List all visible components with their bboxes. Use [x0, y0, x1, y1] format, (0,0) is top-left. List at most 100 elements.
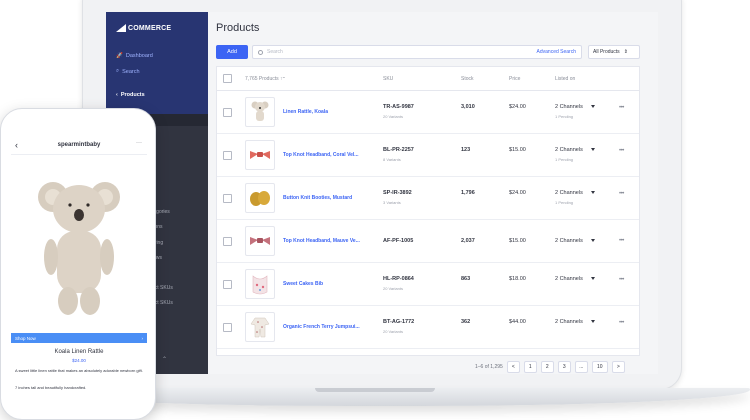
caret-down-icon: [590, 239, 595, 243]
more-options-icon[interactable]: •••: [619, 320, 624, 326]
table-row[interactable]: Top Knot Headband, Mauve Ve... AF-PF-100…: [217, 220, 639, 263]
product-price: $24.00: [72, 358, 86, 363]
row-checkbox[interactable]: [223, 280, 232, 289]
product-name-link[interactable]: Button Knit Booties, Mustard: [283, 195, 352, 201]
more-options-icon[interactable]: ···: [136, 140, 142, 146]
advanced-search-link[interactable]: Advanced Search: [537, 49, 576, 55]
caret-down-icon: [590, 148, 595, 152]
logo[interactable]: COMMERCE: [116, 24, 171, 32]
channels-dropdown[interactable]: 2 Channels: [555, 319, 595, 325]
more-options-icon[interactable]: •••: [619, 191, 624, 197]
variants-count: 20 Variants: [383, 114, 403, 119]
product-name-link[interactable]: Sweet Cakes Bib: [283, 281, 323, 287]
channels-dropdown[interactable]: 2 Channels: [555, 104, 595, 110]
page-3-button[interactable]: 3: [557, 361, 571, 373]
shop-now-button[interactable]: Shop Now ›: [11, 333, 147, 343]
caret-down-icon: [590, 105, 595, 109]
sidebar-item-dashboard[interactable]: 🚀 Dashboard: [116, 53, 153, 59]
chevron-right-icon: ›: [141, 335, 144, 341]
caret-down-icon: [590, 277, 595, 281]
row-checkbox[interactable]: [223, 237, 232, 246]
product-name-link[interactable]: Organic French Terry Jumpsui...: [283, 324, 360, 330]
page-10-button[interactable]: 10: [591, 361, 608, 373]
page-2-button[interactable]: 2: [540, 361, 554, 373]
page-1-button[interactable]: 1: [523, 361, 537, 373]
row-checkbox[interactable]: [223, 108, 232, 117]
listed-on-header[interactable]: Listed on: [555, 76, 575, 82]
stock-value: 123: [461, 147, 471, 153]
phone-header: ‹ spearmintbaby ···: [11, 137, 147, 155]
table-header: 7,765 Products ↑⁼ SKU Stock Price Listed…: [217, 67, 639, 91]
prev-page-button[interactable]: <: [506, 361, 520, 373]
updown-icon: ⇕: [623, 49, 628, 55]
bib-icon: [252, 275, 268, 295]
product-thumbnail[interactable]: [245, 140, 275, 170]
products-table: 7,765 Products ↑⁼ SKU Stock Price Listed…: [216, 66, 640, 373]
more-options-icon[interactable]: •••: [619, 105, 624, 111]
stock-value: 1,796: [461, 190, 475, 196]
pending-count: 1 Pending: [555, 114, 574, 119]
variants-count: 8 Variants: [383, 157, 401, 162]
table-row[interactable]: Button Knit Booties, Mustard SP-IR-3892 …: [217, 177, 639, 220]
collapse-chevron-icon[interactable]: ⌃: [162, 356, 167, 363]
product-name-link[interactable]: Top Knot Headband, Mauve Ve...: [283, 238, 360, 244]
search-input[interactable]: Search Advanced Search: [252, 45, 582, 59]
sku-header[interactable]: SKU: [383, 76, 393, 82]
product-filter-select[interactable]: All Products ⇕: [588, 45, 640, 59]
product-thumbnail[interactable]: [245, 312, 275, 342]
price-value: $44.00: [509, 319, 526, 325]
product-thumbnail[interactable]: [245, 226, 275, 256]
product-description: A sweet little linen rattle that makes a…: [15, 368, 143, 373]
product-thumbnail[interactable]: [245, 183, 275, 213]
table-row[interactable]: Top Knot Headband, Coral Vel... BL-PR-22…: [217, 134, 639, 177]
sidebar-item-products[interactable]: ‹ Products: [116, 92, 145, 98]
phone-screen: ‹ spearmintbaby ··· Shop Now › Koala Lin…: [11, 137, 147, 407]
channels-dropdown[interactable]: 2 Channels: [555, 147, 595, 153]
logo-text: COMMERCE: [128, 24, 172, 32]
next-page-button[interactable]: >: [611, 361, 625, 373]
table-row[interactable]: Linen Rattle, Koala TR-AS-9987 20 Varian…: [217, 91, 639, 134]
stock-header[interactable]: Stock: [461, 76, 474, 82]
sku-value: TR-AS-9987: [383, 104, 414, 110]
product-thumbnail[interactable]: [245, 97, 275, 127]
row-checkbox[interactable]: [223, 323, 232, 332]
sidebar-item-label: Dashboard: [125, 53, 153, 59]
price-header[interactable]: Price: [509, 76, 520, 82]
headband-icon: [250, 151, 270, 159]
select-all-checkbox[interactable]: [223, 74, 232, 83]
product-thumbnail[interactable]: [245, 269, 275, 299]
rocket-icon: 🚀: [116, 53, 123, 59]
caret-down-icon: [590, 320, 595, 324]
row-checkbox[interactable]: [223, 151, 232, 160]
search-icon: [258, 49, 263, 55]
product-name-link[interactable]: Linen Rattle, Koala: [283, 109, 328, 115]
search-placeholder: Search: [267, 49, 283, 55]
logo-icon: [116, 24, 126, 32]
table-row[interactable]: Sweet Cakes Bib HL-RP-0864 20 Variants 8…: [217, 263, 639, 306]
booties-icon: [250, 191, 270, 206]
caret-down-icon: [590, 191, 595, 195]
chevron-left-icon: ‹: [116, 92, 118, 98]
sidebar-item-search[interactable]: ⌕ Search: [116, 68, 140, 75]
product-title: Koala Linen Rattle: [54, 349, 104, 355]
add-button[interactable]: Add: [216, 45, 248, 59]
pending-count: 1 Pending: [555, 157, 574, 162]
channels-dropdown[interactable]: 2 Channels: [555, 190, 595, 196]
sku-value: BL-PR-2257: [383, 147, 414, 153]
more-options-icon[interactable]: •••: [619, 238, 624, 244]
channels-dropdown[interactable]: 2 Channels: [555, 276, 595, 282]
more-options-icon[interactable]: •••: [619, 277, 624, 283]
price-value: $15.00: [509, 147, 526, 153]
table-row[interactable]: Organic French Terry Jumpsui... BT-AG-17…: [217, 306, 639, 349]
more-options-icon[interactable]: •••: [619, 148, 624, 154]
pagination-range: 1–6 of 1,295: [475, 364, 503, 370]
page-ellipsis-button[interactable]: ...: [574, 361, 588, 373]
channels-dropdown[interactable]: 2 Channels: [555, 238, 595, 244]
products-count-header[interactable]: 7,765 Products ↑⁼: [245, 76, 285, 82]
koala-icon: [251, 101, 269, 121]
filter-value: All Products: [593, 49, 620, 55]
row-checkbox[interactable]: [223, 194, 232, 203]
product-name-link[interactable]: Top Knot Headband, Coral Vel...: [283, 152, 358, 158]
sort-icon: ↑⁼: [280, 76, 286, 82]
phone-frame: ‹ spearmintbaby ··· Shop Now › Koala Lin…: [0, 108, 156, 420]
